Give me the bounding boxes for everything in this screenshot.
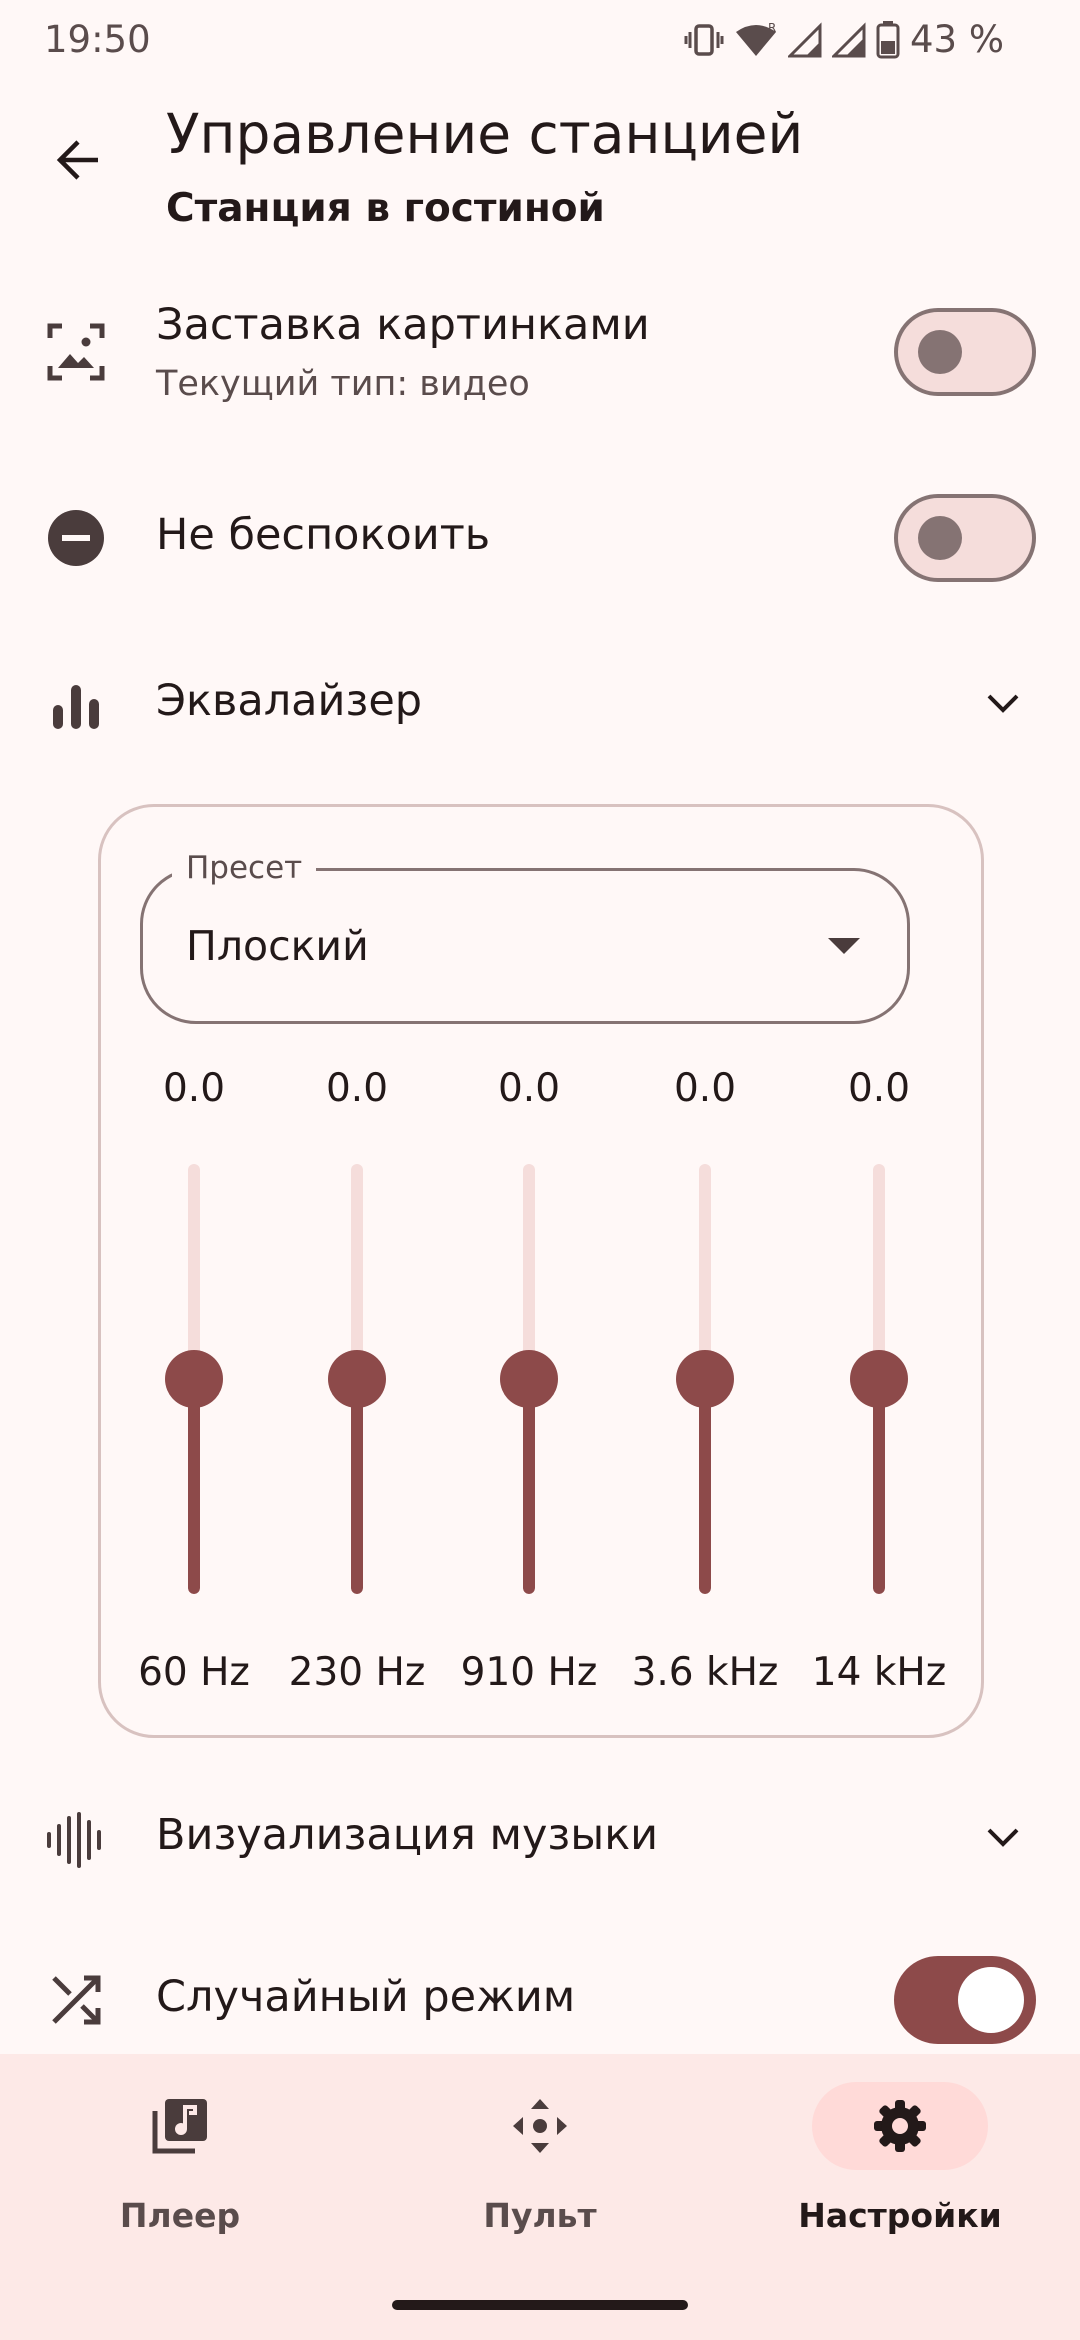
preset-value: Плоский [186, 922, 369, 970]
home-indicator[interactable] [392, 2300, 688, 2310]
back-button[interactable] [40, 122, 116, 198]
dnd-title: Не беспокоить [156, 510, 491, 560]
nav-label-remote: Пульт [483, 2196, 597, 2235]
band-frequency-label: 3.6 kHz [631, 1650, 779, 1695]
chevron-down-icon[interactable] [986, 1826, 1020, 1850]
visualization-title: Визуализация музыки [156, 1810, 659, 1860]
nav-item-settings[interactable]: Настройки [720, 2082, 1080, 2235]
shuffle-title: Случайный режим [156, 1972, 576, 2022]
remote-dpad-icon [513, 2099, 567, 2153]
band-slider-thumb[interactable] [676, 1350, 734, 1408]
page-title: Управление станцией [166, 102, 804, 166]
battery-icon [876, 20, 900, 58]
page-subtitle: Станция в гостиной [166, 186, 605, 231]
setting-row-shuffle[interactable]: Случайный режим [0, 1956, 1080, 2044]
band-frequency-label: 910 Hz [460, 1650, 598, 1695]
status-time: 19:50 [44, 18, 151, 61]
vibrate-icon [684, 23, 724, 56]
screensaver-toggle[interactable] [894, 308, 1036, 396]
music-library-icon [152, 2099, 207, 2154]
nav-item-remote[interactable]: Пульт [360, 2082, 720, 2235]
chevron-down-icon[interactable] [986, 692, 1020, 716]
nav-item-player[interactable]: Плеер [0, 2082, 360, 2235]
nav-pill-active [812, 2082, 988, 2170]
setting-row-equalizer[interactable]: Эквалайзер [0, 670, 1080, 740]
band-slider-fill [188, 1379, 200, 1594]
screensaver-title: Заставка картинками [156, 300, 650, 350]
equalizer-icon [44, 674, 108, 738]
band-value: 0.0 [325, 1066, 389, 1111]
shuffle-toggle[interactable] [894, 1956, 1036, 2044]
band-frequency-label: 230 Hz [288, 1650, 426, 1695]
setting-row-dnd[interactable]: Не беспокоить [0, 494, 1080, 582]
battery-percent: 43 % [910, 18, 1004, 61]
do-not-disturb-icon [44, 506, 108, 570]
svg-text:R: R [768, 22, 776, 35]
toggle-knob [958, 1967, 1024, 2033]
band-value: 0.0 [162, 1066, 226, 1111]
band-slider-thumb[interactable] [850, 1350, 908, 1408]
toggle-knob [918, 516, 962, 560]
gear-icon [874, 2100, 926, 2152]
band-frequency-label: 60 Hz [138, 1650, 250, 1695]
band-slider-thumb[interactable] [500, 1350, 558, 1408]
shuffle-icon [44, 1968, 108, 2032]
preset-label: Пресет [172, 850, 317, 886]
nav-pill [452, 2082, 628, 2170]
nav-label-settings: Настройки [798, 2196, 1002, 2235]
toggle-knob [918, 330, 962, 374]
band-value: 0.0 [673, 1066, 737, 1111]
band-slider-fill [699, 1379, 711, 1594]
setting-row-visualization[interactable]: Визуализация музыки [0, 1804, 1080, 1874]
band-value: 0.0 [497, 1066, 561, 1111]
band-value: 0.0 [847, 1066, 911, 1111]
band-slider-fill [873, 1379, 885, 1594]
dropdown-arrow-icon[interactable] [826, 934, 862, 958]
band-slider-thumb[interactable] [328, 1350, 386, 1408]
band-slider-fill [351, 1379, 363, 1594]
dnd-toggle[interactable] [894, 494, 1036, 582]
screensaver-subtitle: Текущий тип: видео [156, 364, 530, 404]
arrow-back-icon [56, 140, 98, 180]
roaming-signal-icon [788, 21, 822, 57]
wifi-icon: R [736, 22, 776, 56]
nav-pill [92, 2082, 268, 2170]
nav-label-player: Плеер [119, 2196, 241, 2235]
setting-row-screensaver[interactable]: Заставка картинками Текущий тип: видео [0, 290, 1080, 420]
equalizer-title: Эквалайзер [156, 676, 423, 726]
band-slider-thumb[interactable] [165, 1350, 223, 1408]
status-icons: R 43 % [684, 18, 1004, 61]
signal-icon [832, 21, 866, 57]
waveform-icon [44, 1808, 108, 1872]
image-frame-icon [44, 320, 108, 384]
band-slider-fill [523, 1379, 535, 1594]
band-frequency-label: 14 kHz [811, 1650, 947, 1695]
